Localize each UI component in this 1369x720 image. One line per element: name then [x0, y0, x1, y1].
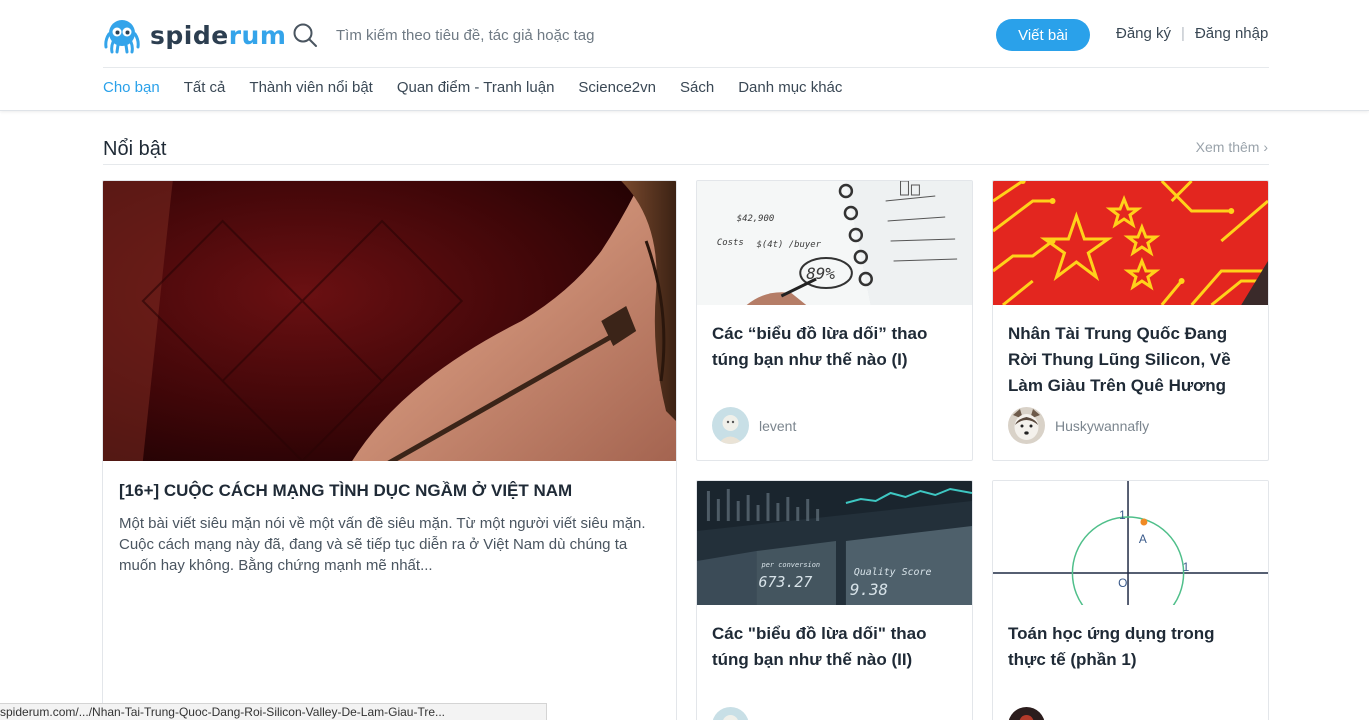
author-name[interactable]: levent — [759, 418, 796, 434]
note-buyer: $(4t) /buyer — [757, 240, 822, 250]
section-divider — [103, 164, 1269, 165]
math-thumb-label-a: A — [1139, 532, 1147, 546]
site-logo[interactable]: spiderum — [103, 16, 286, 54]
nav-item-other-categories[interactable]: Danh mục khác — [738, 79, 842, 96]
brand-name: spiderum — [150, 21, 286, 50]
post-thumbnail: 1 A O 1 — [993, 481, 1268, 605]
math-thumb-label-1: 1 — [1119, 508, 1126, 522]
chart-thumb-score: 9.38 — [850, 580, 888, 599]
search-input[interactable] — [336, 20, 936, 50]
nav-item-top-members[interactable]: Thành viên nổi bật — [249, 79, 372, 96]
post-card[interactable]: $42,900 Costs $(4t) /buyer 89% Các “biểu… — [696, 180, 973, 461]
chart-thumb-label: per conversion — [762, 561, 821, 569]
author-name[interactable]: Huskywannafly — [1055, 418, 1149, 434]
post-card[interactable]: 1 A O 1 Toán học ứng dụng trong thực tế … — [992, 480, 1269, 720]
browser-status-bar: spiderum.com/.../Nhan-Tai-Trung-Quoc-Dan… — [0, 703, 547, 720]
author-avatar[interactable] — [1008, 407, 1045, 444]
author-avatar[interactable] — [712, 407, 749, 444]
note-costs: Costs — [717, 238, 744, 248]
chart-thumb-value: 673.27 — [759, 573, 813, 591]
nav-item-opinions[interactable]: Quan điểm - Tranh luận — [397, 79, 555, 96]
nav-item-for-you[interactable]: Cho bạn — [103, 79, 160, 96]
nav-item-science2vn[interactable]: Science2vn — [578, 79, 656, 96]
post-title[interactable]: Nhân Tài Trung Quốc Đang Rời Thung Lũng … — [1008, 321, 1254, 399]
math-thumb-label-1b: 1 — [1183, 560, 1190, 574]
brand-name-part1: spide — [150, 20, 229, 50]
featured-main-title[interactable]: [16+] CUỘC CÁCH MẠNG TÌNH DỤC NGẦM Ở VIỆ… — [119, 481, 572, 501]
post-thumbnail: per conversion 673.27 Quality Score 9.38 — [697, 481, 972, 605]
auth-separator: | — [1181, 25, 1185, 42]
write-post-button[interactable]: Viết bài — [996, 19, 1090, 51]
featured-main-card[interactable]: [16+] CUỘC CÁCH MẠNG TÌNH DỤC NGẦM Ở VIỆ… — [102, 180, 677, 720]
auth-links: Đăng ký | Đăng nhập — [1116, 25, 1268, 42]
brand-name-part2: rum — [228, 20, 287, 50]
math-thumb-label-o: O — [1118, 576, 1127, 590]
post-card[interactable]: Nhân Tài Trung Quốc Đang Rời Thung Lũng … — [992, 180, 1269, 461]
see-more-link[interactable]: Xem thêm › — [1196, 139, 1268, 155]
section-title: Nổi bật — [103, 138, 167, 160]
nav-item-books[interactable]: Sách — [680, 79, 714, 96]
nav-item-all[interactable]: Tất cả — [184, 79, 226, 96]
post-thumbnail: $42,900 Costs $(4t) /buyer 89% — [697, 181, 972, 305]
featured-main-image — [103, 181, 676, 461]
category-nav: Cho bạn Tất cả Thành viên nổi bật Quan đ… — [103, 79, 866, 96]
post-title[interactable]: Toán học ứng dụng trong thực tế (phần 1) — [1008, 621, 1254, 673]
featured-main-excerpt: Một bài viết siêu mặn nói về một vấn đề … — [119, 515, 646, 574]
post-card[interactable]: per conversion 673.27 Quality Score 9.38… — [696, 480, 973, 720]
post-title[interactable]: Các “biểu đồ lừa dối” thao túng bạn như … — [712, 321, 958, 373]
post-title[interactable]: Các "biểu đồ lừa dối" thao túng bạn như … — [712, 621, 958, 673]
site-header: spiderum Viết bài Đăng ký | Đăng nhập Ch… — [0, 0, 1369, 111]
author-avatar[interactable] — [712, 707, 749, 720]
author-avatar[interactable] — [1008, 707, 1045, 720]
post-thumbnail — [993, 181, 1268, 305]
chart-thumb-quality: Quality Score — [854, 567, 932, 578]
register-link[interactable]: Đăng ký — [1116, 25, 1171, 42]
header-divider — [103, 67, 1269, 68]
note-price: $42,900 — [737, 214, 775, 224]
spider-logo-icon — [104, 20, 140, 54]
login-link[interactable]: Đăng nhập — [1195, 25, 1268, 42]
search-icon[interactable] — [292, 22, 318, 48]
